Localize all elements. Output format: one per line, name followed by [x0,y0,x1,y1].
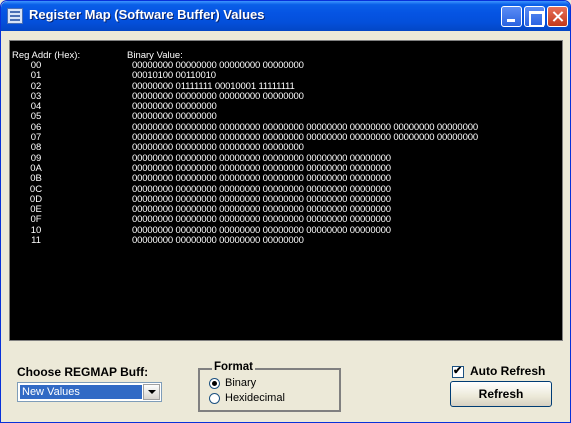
format-legend: Format [212,361,255,373]
dropdown-arrow-icon[interactable] [143,384,160,400]
choose-regmap-label: Choose REGMAP Buff: [17,365,149,379]
close-button[interactable] [547,6,568,27]
auto-refresh-checkbox[interactable]: ✔ [452,365,464,378]
format-binary-label[interactable]: Binary [225,377,256,389]
register-row: 00 00000000 00000000 00000000 00000000 [10,60,562,71]
register-row: 04 00000000 00000000 [10,101,562,112]
format-groupbox [198,368,341,412]
maximize-button[interactable] [524,6,545,27]
register-map-window: Register Map (Software Buffer) Values Re… [0,0,571,423]
format-hex-radio[interactable] [209,393,220,404]
window-app-icon [7,8,23,24]
register-row: 11 00000000 00000000 00000000 00000000 [10,235,562,247]
format-binary-radio[interactable] [209,378,220,389]
checkmark-icon: ✔ [453,365,463,377]
refresh-button[interactable]: Refresh [450,381,552,407]
minimize-button[interactable] [501,6,522,27]
register-values-display[interactable]: Reg Addr (Hex): Binary Value: 00 00000000… [9,40,563,341]
regmap-buffer-select[interactable]: New Values [17,382,162,402]
reg-value: 00000000 00000000 00000000 00000000 [132,235,304,247]
auto-refresh-label[interactable]: Auto Refresh [470,364,545,378]
title-bar[interactable]: Register Map (Software Buffer) Values [1,1,570,31]
regmap-buffer-selected[interactable]: New Values [20,385,142,399]
register-rows: 00 00000000 00000000 00000000 00000000 01… [10,60,562,247]
format-hex-label[interactable]: Hexidecimal [225,392,285,404]
reg-addr: 11 [31,235,41,247]
window-title: Register Map (Software Buffer) Values [29,7,265,22]
reg-addr-header: Reg Addr (Hex): [12,50,81,61]
register-row: 03 00000000 00000000 00000000 00000000 [10,91,562,102]
